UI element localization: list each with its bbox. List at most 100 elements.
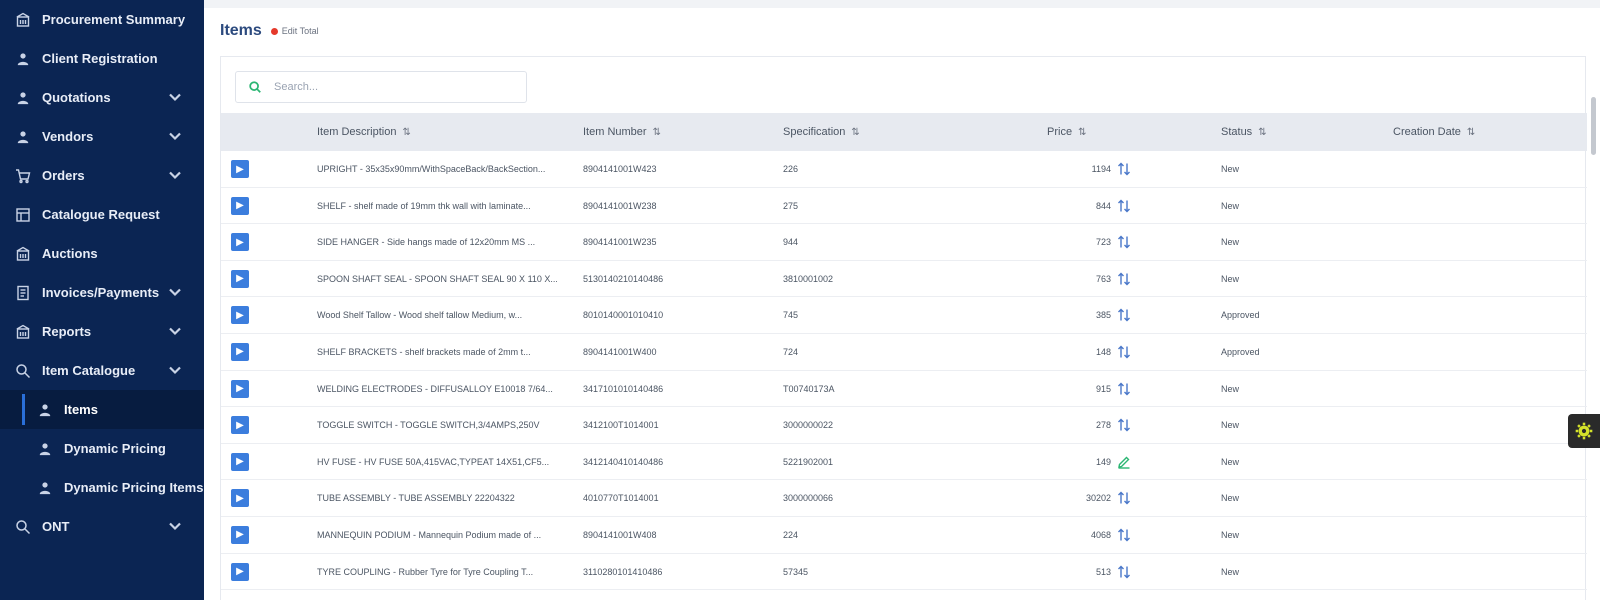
sort-icon[interactable]: ⇅: [851, 127, 859, 138]
sort-icon[interactable]: [1117, 199, 1131, 213]
chevron-down-icon[interactable]: [168, 90, 182, 104]
view-details-button[interactable]: ▶: [231, 196, 249, 215]
user-icon: [36, 440, 54, 458]
sidebar-item-invoices-payments[interactable]: Invoices/Payments: [0, 273, 204, 312]
view-details-button[interactable]: ▶: [231, 562, 249, 581]
table-row[interactable]: ▶ HV FUSE - HV FUSE 50A,415VAC,TYPEAT 14X…: [221, 444, 1587, 481]
view-details-button[interactable]: ▶: [231, 342, 249, 361]
sort-icon[interactable]: [1117, 382, 1131, 396]
column-header-price[interactable]: Price ⇅: [1047, 113, 1086, 151]
sort-icon[interactable]: ⇅: [1258, 127, 1266, 138]
status-cell: New: [1221, 444, 1381, 480]
column-header-creation-date[interactable]: Creation Date ⇅: [1393, 113, 1475, 151]
view-details-button[interactable]: ▶: [231, 233, 249, 252]
table-row[interactable]: ▶ TYRE COUPLING - Rubber Tyre for Tyre Co…: [221, 554, 1587, 591]
column-header-item-description[interactable]: Item Description ⇅: [317, 113, 411, 151]
sort-icon[interactable]: [1117, 491, 1131, 505]
edit-icon[interactable]: [1117, 455, 1131, 469]
item-description-cell-text: TUBE ASSEMBLY - TUBE ASSEMBLY 22204322: [317, 493, 515, 504]
edit-total-link[interactable]: Edit Total: [282, 26, 319, 36]
sort-icon[interactable]: ⇅: [402, 127, 410, 138]
table-row[interactable]: ▶ TOGGLE SWITCH - TOGGLE SWITCH,3/4AMPS,2…: [221, 407, 1587, 444]
items-table: Item Description ⇅ Item Number ⇅ Specificati…: [221, 113, 1587, 591]
sidebar-item-reports[interactable]: Reports: [0, 312, 204, 351]
view-details-button[interactable]: ▶: [231, 160, 249, 178]
page-header: Items Edit Total: [220, 22, 319, 40]
status-cell-text: New: [1221, 383, 1240, 394]
sidebar-item-label: Catalogue Request: [42, 207, 160, 222]
price-cell: 148: [1011, 334, 1131, 370]
user-icon: [14, 50, 32, 68]
sort-icon[interactable]: [1117, 272, 1131, 286]
chevron-right-icon: ▶: [236, 456, 244, 468]
price-cell: 844: [1011, 188, 1131, 224]
table-row[interactable]: ▶ SIDE HANGER - Side hangs made of 12x20m…: [221, 224, 1587, 261]
item-description-cell: SPOON SHAFT SEAL - SPOON SHAFT SEAL 90 X…: [317, 261, 557, 297]
sort-icon[interactable]: [1117, 162, 1131, 176]
table-row[interactable]: ▶ TUBE ASSEMBLY - TUBE ASSEMBLY 22204322 4…: [221, 480, 1587, 517]
chevron-down-icon[interactable]: [168, 363, 182, 377]
search-input[interactable]: [274, 81, 514, 93]
sidebar-item-vendors[interactable]: Vendors: [0, 117, 204, 156]
price-cell-text: 149: [1095, 456, 1111, 467]
sort-icon[interactable]: [1117, 345, 1131, 359]
sort-icon[interactable]: ⇅: [1467, 127, 1475, 138]
sort-icon[interactable]: ⇅: [653, 127, 661, 138]
table-row[interactable]: ▶ SPOON SHAFT SEAL - SPOON SHAFT SEAL 90 …: [221, 261, 1587, 298]
sidebar-item-item-catalogue[interactable]: Item Catalogue: [0, 351, 204, 390]
chevron-down-icon[interactable]: [168, 129, 182, 143]
item-number-cell-text: 3412100T1014001: [583, 420, 659, 431]
item-number-cell: 8904141001W238: [583, 188, 773, 224]
sort-icon[interactable]: ⇅: [1078, 127, 1086, 138]
specification-cell: 944: [783, 224, 1023, 260]
sort-icon[interactable]: [1117, 308, 1131, 322]
item-description-cell-text: SHELF BRACKETS - shelf brackets made of …: [317, 346, 531, 357]
specification-cell-text: T00740173A: [783, 383, 835, 394]
sort-icon[interactable]: [1117, 418, 1131, 432]
item-description-cell: TUBE ASSEMBLY - TUBE ASSEMBLY 22204322: [317, 480, 557, 516]
sort-icon[interactable]: [1117, 565, 1131, 579]
sort-icon[interactable]: [1117, 235, 1131, 249]
view-details-button[interactable]: ▶: [231, 379, 249, 398]
sidebar-item-quotations[interactable]: Quotations: [0, 78, 204, 117]
chevron-down-icon[interactable]: [168, 324, 182, 338]
item-description-cell-text: TYRE COUPLING - Rubber Tyre for Tyre Cou…: [317, 566, 534, 577]
chevron-down-icon[interactable]: [168, 519, 182, 533]
table-row[interactable]: ▶ WELDING ELECTRODES - DIFFUSALLOY E10018…: [221, 371, 1587, 408]
column-header-status[interactable]: Status ⇅: [1221, 113, 1267, 151]
column-header-item-number[interactable]: Item Number ⇅: [583, 113, 661, 151]
item-description-cell: TYRE COUPLING - Rubber Tyre for Tyre Cou…: [317, 554, 557, 590]
sidebar-item-procurement-summary[interactable]: Procurement Summary: [0, 0, 204, 39]
sidebar-item-orders[interactable]: Orders: [0, 156, 204, 195]
sidebar-item-items[interactable]: Items: [0, 390, 204, 429]
sidebar-item-label: Dynamic Pricing: [64, 441, 166, 456]
table-row[interactable]: ▶ MANNEQUIN PODIUM - Mannequin Podium mad…: [221, 517, 1587, 554]
item-description-cell-text: UPRIGHT - 35x35x90mm/WithSpaceBack/BackS…: [317, 164, 546, 174]
sort-icon[interactable]: [1117, 528, 1131, 542]
table-row[interactable]: ▶ SHELF - shelf made of 19mm thk wall wit…: [221, 188, 1587, 225]
sidebar-item-auctions[interactable]: Auctions: [0, 234, 204, 273]
specification-cell-text: 3810001002: [783, 273, 834, 284]
settings-button[interactable]: [1568, 414, 1600, 448]
view-details-button[interactable]: ▶: [231, 269, 249, 288]
table-row[interactable]: ▶ UPRIGHT - 35x35x90mm/WithSpaceBack/Back…: [221, 151, 1587, 188]
view-details-button[interactable]: ▶: [231, 489, 249, 508]
item-description-cell-text: TOGGLE SWITCH - TOGGLE SWITCH,3/4AMPS,25…: [317, 420, 540, 431]
view-details-button[interactable]: ▶: [231, 416, 249, 435]
view-details-button[interactable]: ▶: [231, 452, 249, 471]
sidebar-item-catalogue-request[interactable]: Catalogue Request: [0, 195, 204, 234]
column-header-specification[interactable]: Specification ⇅: [783, 113, 860, 151]
sidebar-item-dynamic-pricing[interactable]: Dynamic Pricing: [0, 429, 204, 468]
table-row[interactable]: ▶ SHELF BRACKETS - shelf brackets made of…: [221, 334, 1587, 371]
chevron-down-icon[interactable]: [168, 168, 182, 182]
sidebar-item-dynamic-pricing-items[interactable]: Dynamic Pricing Items: [0, 468, 204, 507]
specification-cell: 57345: [783, 554, 1023, 590]
table-row[interactable]: ▶ Wood Shelf Tallow - Wood shelf tallow M…: [221, 297, 1587, 334]
view-details-button[interactable]: ▶: [231, 306, 249, 325]
view-details-button[interactable]: ▶: [231, 525, 249, 544]
chevron-down-icon[interactable]: [168, 285, 182, 299]
specification-cell: 3810001002: [783, 261, 1023, 297]
sidebar-item-ont[interactable]: ONT: [0, 507, 204, 546]
sidebar-item-client-registration[interactable]: Client Registration: [0, 39, 204, 78]
table-scrollbar[interactable]: [1591, 97, 1596, 155]
